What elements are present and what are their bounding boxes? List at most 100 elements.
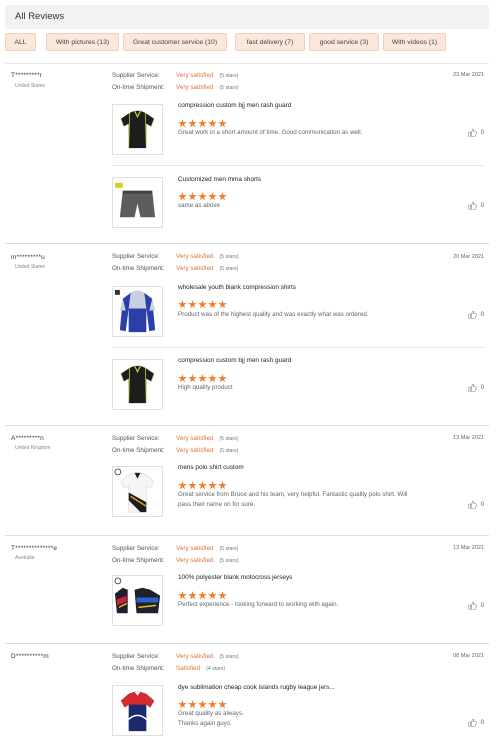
shipment-value: Very satisfied bbox=[176, 84, 214, 91]
review-item: 100% polyester blank motocross jerseys P… bbox=[112, 572, 484, 628]
product-rating bbox=[178, 296, 228, 309]
motocross-jersey-icon[interactable] bbox=[112, 575, 163, 626]
like-button[interactable]: 0 bbox=[468, 310, 484, 319]
thumbs-up-icon bbox=[468, 718, 477, 727]
shorts-icon[interactable] bbox=[112, 177, 163, 228]
thumbs-up-icon bbox=[468, 383, 477, 392]
shipment-stars: (4 stars) bbox=[206, 666, 226, 672]
product-title[interactable]: 100% polyester blank motocross jerseys bbox=[178, 574, 292, 581]
filter-with-pictures[interactable]: With pictures (13) bbox=[46, 33, 119, 51]
reviewer-name: A*********n bbox=[11, 435, 44, 442]
reviews-title: All Reviews bbox=[15, 11, 65, 22]
product-title[interactable]: Customized men mma shorts bbox=[178, 176, 261, 183]
star-icon bbox=[178, 192, 187, 201]
shipment-row: On-time Shipment: Very satisfied (5 stars) bbox=[112, 265, 238, 272]
review-card: A*********n United Kingdom 13 Mar 2021 S… bbox=[0, 426, 496, 534]
star-icon bbox=[188, 700, 197, 709]
review-card: m*********u United States 20 Mar 2021 Su… bbox=[0, 244, 496, 424]
shipment-row: On-time Shipment: Very satisfied (5 stars) bbox=[112, 447, 238, 454]
supplier-service-label: Supplier Service: bbox=[112, 253, 160, 260]
shipment-stars: (5 stars) bbox=[219, 558, 239, 564]
filter-great-customer-service[interactable]: Great customer service (10) bbox=[123, 33, 227, 51]
shipment-label: On-time Shipment: bbox=[112, 447, 165, 454]
review-item: mens polo shirt custom Great service fro… bbox=[112, 462, 484, 518]
like-button[interactable]: 0 bbox=[468, 383, 484, 392]
polo-shirt-icon[interactable] bbox=[112, 466, 163, 517]
star-icon bbox=[198, 300, 207, 309]
product-title[interactable]: compression custom bjj men rash guard bbox=[178, 102, 291, 109]
thumbs-up-icon bbox=[468, 500, 477, 509]
thumbs-up-icon bbox=[468, 201, 477, 210]
star-icon bbox=[208, 700, 217, 709]
supplier-service-row: Supplier Service: Very satisfied (5 stars) bbox=[112, 253, 238, 260]
shipment-row: On-time Shipment: Satisfied (4 stars) bbox=[112, 665, 225, 672]
filter-good-service[interactable]: good service (3) bbox=[309, 33, 379, 51]
product-rating bbox=[178, 477, 228, 490]
review-comment: Great quality as always. Thanks again gu… bbox=[178, 710, 244, 727]
supplier-service-value: Very satisfied bbox=[176, 653, 214, 660]
rugby-jersey-icon[interactable] bbox=[112, 685, 163, 736]
supplier-service-value: Very satisfied bbox=[176, 545, 214, 552]
star-icon bbox=[188, 591, 197, 600]
filter-all[interactable]: ALL bbox=[5, 33, 36, 51]
shipment-row: On-time Shipment: Very satisfied (5 stars) bbox=[112, 557, 238, 564]
like-count: 0 bbox=[480, 603, 484, 610]
shipment-label: On-time Shipment: bbox=[112, 84, 165, 91]
supplier-service-label: Supplier Service: bbox=[112, 545, 160, 552]
reviewer-country: United Kingdom bbox=[15, 445, 51, 451]
like-count: 0 bbox=[480, 385, 484, 392]
star-icon bbox=[188, 481, 197, 490]
star-icon bbox=[198, 591, 207, 600]
product-title[interactable]: mens polo shirt custom bbox=[178, 464, 244, 471]
item-divider bbox=[112, 165, 484, 166]
star-icon bbox=[218, 300, 227, 309]
star-icon bbox=[198, 192, 207, 201]
shipment-label: On-time Shipment: bbox=[112, 665, 165, 672]
star-icon bbox=[198, 700, 207, 709]
product-title[interactable]: dye sublimation cheap cook islands rugby… bbox=[178, 684, 335, 691]
review-comment: Great service from Bruce and his team, v… bbox=[178, 491, 408, 508]
filter-fast-delivery[interactable]: fast delivery (7) bbox=[235, 33, 305, 51]
product-title[interactable]: wholesale youth blank compression shirts bbox=[178, 284, 296, 291]
star-icon bbox=[198, 481, 207, 490]
review-comment: Perfect experience - looking forward to … bbox=[178, 601, 339, 608]
product-title[interactable]: compression custom bjj men rash guard bbox=[178, 357, 291, 364]
shipment-value: Very satisfied bbox=[176, 447, 214, 454]
star-icon bbox=[218, 192, 227, 201]
product-rating bbox=[178, 587, 228, 600]
supplier-service-row: Supplier Service: Very satisfied (5 stars) bbox=[112, 653, 238, 660]
review-comment: Product was of the highest quality and w… bbox=[178, 311, 369, 318]
supplier-service-row: Supplier Service: Very satisfied (5 stars) bbox=[112, 435, 238, 442]
like-button[interactable]: 0 bbox=[468, 718, 484, 727]
star-icon bbox=[178, 700, 187, 709]
like-count: 0 bbox=[480, 203, 484, 210]
like-button[interactable]: 0 bbox=[468, 201, 484, 210]
like-count: 0 bbox=[480, 312, 484, 319]
supplier-service-label: Supplier Service: bbox=[112, 435, 160, 442]
product-rating bbox=[178, 696, 228, 709]
supplier-service-stars: (5 stars) bbox=[219, 254, 239, 260]
item-divider bbox=[112, 347, 484, 348]
supplier-service-value: Very satisfied bbox=[176, 435, 214, 442]
review-item: compression custom bjj men rash guard Gr… bbox=[112, 100, 484, 156]
filter-with-videos[interactable]: With videos (1) bbox=[383, 33, 446, 51]
supplier-service-row: Supplier Service: Very satisfied (5 stars) bbox=[112, 545, 238, 552]
supplier-service-value: Very satisfied bbox=[176, 253, 214, 260]
thumbs-up-icon bbox=[468, 310, 477, 319]
compression-shirt-icon[interactable] bbox=[112, 286, 163, 337]
shipment-label: On-time Shipment: bbox=[112, 265, 165, 272]
reviewer-country: Australia bbox=[15, 555, 35, 561]
star-icon bbox=[178, 591, 187, 600]
star-icon bbox=[218, 374, 227, 383]
shipment-stars: (5 stars) bbox=[219, 266, 239, 272]
review-date: 13 Mar 2021 bbox=[453, 545, 484, 551]
like-button[interactable]: 0 bbox=[468, 601, 484, 610]
like-button[interactable]: 0 bbox=[468, 128, 484, 137]
like-button[interactable]: 0 bbox=[468, 500, 484, 509]
rashguard-icon[interactable] bbox=[112, 104, 163, 155]
star-icon bbox=[208, 192, 217, 201]
rashguard-icon[interactable] bbox=[112, 359, 163, 410]
product-rating bbox=[178, 115, 228, 128]
review-date: 23 Mar 2021 bbox=[453, 72, 484, 78]
like-count: 0 bbox=[480, 720, 484, 727]
